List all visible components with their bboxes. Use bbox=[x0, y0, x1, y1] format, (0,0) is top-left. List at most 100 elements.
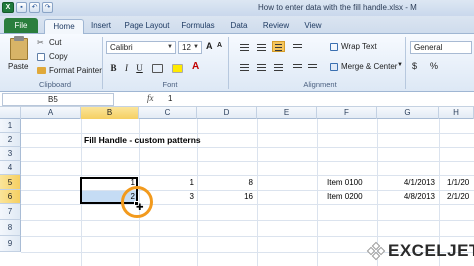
italic-button[interactable]: I bbox=[121, 62, 132, 74]
sheet-title: Fill Handle - custom patterns bbox=[84, 135, 201, 145]
select-all-corner[interactable] bbox=[0, 107, 21, 119]
logo-text: EXCELJET bbox=[388, 241, 474, 260]
row-header-7[interactable]: 7 bbox=[0, 204, 21, 220]
group-separator bbox=[102, 37, 103, 89]
formula-input[interactable]: 1 bbox=[168, 94, 172, 103]
name-box[interactable]: B5 bbox=[2, 93, 114, 106]
redo-icon[interactable]: ↷ bbox=[42, 2, 53, 13]
cell-f5[interactable]: Item 0100 bbox=[327, 178, 363, 187]
paste-button[interactable]: Paste bbox=[8, 62, 28, 71]
column-header-a[interactable]: A bbox=[21, 107, 81, 119]
excel-icon[interactable]: X bbox=[2, 2, 14, 13]
row-header-3[interactable]: 3 bbox=[0, 147, 21, 161]
font-size-select[interactable]: 12 ▼ bbox=[178, 41, 202, 54]
font-color-icon[interactable]: A bbox=[192, 61, 199, 72]
shrink-font-icon[interactable]: A bbox=[217, 42, 222, 49]
row-header-5[interactable]: 5 bbox=[0, 175, 21, 190]
copy-icon bbox=[37, 53, 45, 61]
font-group-label: Font bbox=[162, 80, 178, 89]
gridline bbox=[21, 204, 474, 205]
align-left-icon[interactable] bbox=[238, 62, 251, 73]
tab-view[interactable]: View bbox=[300, 19, 326, 34]
grow-font-icon[interactable]: A bbox=[206, 41, 213, 51]
decrease-indent-icon[interactable] bbox=[291, 62, 304, 73]
column-header-d[interactable]: D bbox=[197, 107, 257, 119]
cell-d6[interactable]: 16 bbox=[198, 192, 253, 201]
tab-file[interactable]: File bbox=[4, 18, 38, 33]
tab-home[interactable]: Home bbox=[44, 19, 84, 35]
bold-button[interactable]: B bbox=[108, 62, 119, 74]
align-middle-icon[interactable] bbox=[255, 42, 268, 53]
percent-button[interactable]: % bbox=[430, 61, 438, 71]
cell-f6[interactable]: Item 0200 bbox=[327, 192, 363, 201]
undo-icon[interactable]: ↶ bbox=[29, 2, 40, 13]
quick-access-toolbar: X ▪ ↶ ↷ bbox=[2, 2, 53, 14]
save-icon[interactable]: ▪ bbox=[16, 2, 27, 13]
ribbon: Paste ✂ Cut Copy Format Painter Clipboar… bbox=[0, 34, 474, 92]
window-title: How to enter data with the fill handle.x… bbox=[258, 3, 417, 12]
cut-button[interactable]: Cut bbox=[49, 38, 61, 47]
cell-g5[interactable]: 4/1/2013 bbox=[378, 178, 435, 187]
tab-review[interactable]: Review bbox=[260, 19, 292, 34]
merge-center-button[interactable]: Merge & Center bbox=[341, 62, 397, 71]
gridline bbox=[21, 175, 474, 176]
cell-h6[interactable]: 2/1/20 bbox=[447, 192, 469, 201]
column-header-f[interactable]: F bbox=[317, 107, 377, 119]
cell-c5[interactable]: 1 bbox=[140, 178, 194, 187]
formula-bar: B5 fx 1 bbox=[0, 92, 474, 107]
group-separator bbox=[228, 37, 229, 89]
align-top-icon[interactable] bbox=[238, 42, 251, 53]
number-format-value: General bbox=[414, 43, 443, 52]
wrap-text-icon bbox=[330, 43, 338, 51]
gridline bbox=[257, 119, 258, 266]
chevron-down-icon[interactable]: ▼ bbox=[397, 62, 403, 68]
column-header-b[interactable]: B bbox=[81, 107, 139, 119]
column-header-h[interactable]: H bbox=[439, 107, 474, 119]
borders-icon[interactable] bbox=[152, 64, 163, 73]
ribbon-tabs: File Home Insert Page Layout Formulas Da… bbox=[0, 16, 474, 35]
exceljet-logo: EXCELJET bbox=[366, 240, 474, 262]
cell-d5[interactable]: 8 bbox=[198, 178, 253, 187]
logo-mark-icon bbox=[366, 241, 386, 261]
wrap-text-button[interactable]: Wrap Text bbox=[341, 42, 377, 51]
alignment-group-label: Alignment bbox=[303, 80, 337, 89]
font-size-value: 12 bbox=[182, 43, 191, 52]
row-header-2[interactable]: 2 bbox=[0, 133, 21, 147]
align-right-icon[interactable] bbox=[272, 62, 285, 73]
orientation-icon[interactable] bbox=[291, 42, 304, 53]
number-format-select[interactable]: General bbox=[410, 41, 472, 54]
scissors-icon: ✂ bbox=[37, 38, 44, 47]
column-header-c[interactable]: C bbox=[139, 107, 197, 119]
format-painter-icon bbox=[37, 67, 46, 74]
tab-data[interactable]: Data bbox=[226, 19, 252, 34]
insert-function-button[interactable]: fx bbox=[147, 93, 154, 103]
underline-button[interactable]: U bbox=[134, 62, 145, 74]
increase-indent-icon[interactable] bbox=[306, 62, 319, 73]
copy-button[interactable]: Copy bbox=[49, 52, 68, 61]
align-center-icon[interactable] bbox=[255, 62, 268, 73]
paste-icon[interactable] bbox=[10, 38, 28, 60]
currency-button[interactable]: $ bbox=[412, 61, 417, 71]
cell-h5[interactable]: 1/1/20 bbox=[447, 178, 469, 187]
row-header-8[interactable]: 8 bbox=[0, 220, 21, 236]
row-header-1[interactable]: 1 bbox=[0, 119, 21, 133]
column-header-e[interactable]: E bbox=[257, 107, 317, 119]
column-header-g[interactable]: G bbox=[377, 107, 439, 119]
chevron-down-icon: ▼ bbox=[193, 44, 199, 50]
align-bottom-icon[interactable] bbox=[272, 41, 285, 52]
tab-page-layout[interactable]: Page Layout bbox=[122, 19, 172, 34]
row-header-6[interactable]: 6 bbox=[0, 190, 21, 204]
row-header-9[interactable]: 9 bbox=[0, 236, 21, 252]
gridline bbox=[21, 133, 474, 134]
format-painter-button[interactable]: Format Painter bbox=[49, 66, 102, 75]
tab-insert[interactable]: Insert bbox=[86, 19, 116, 34]
cell-b5[interactable]: 1 bbox=[82, 178, 135, 187]
gridline bbox=[317, 119, 318, 266]
title-bar: X ▪ ↶ ↷ How to enter data with the fill … bbox=[0, 0, 474, 16]
clipboard-clip-icon bbox=[14, 36, 24, 41]
font-name-select[interactable]: Calibri ▼ bbox=[106, 41, 176, 54]
row-header-4[interactable]: 4 bbox=[0, 161, 21, 175]
tab-formulas[interactable]: Formulas bbox=[177, 19, 219, 34]
fill-color-icon[interactable] bbox=[172, 64, 183, 73]
cell-g6[interactable]: 4/8/2013 bbox=[378, 192, 435, 201]
